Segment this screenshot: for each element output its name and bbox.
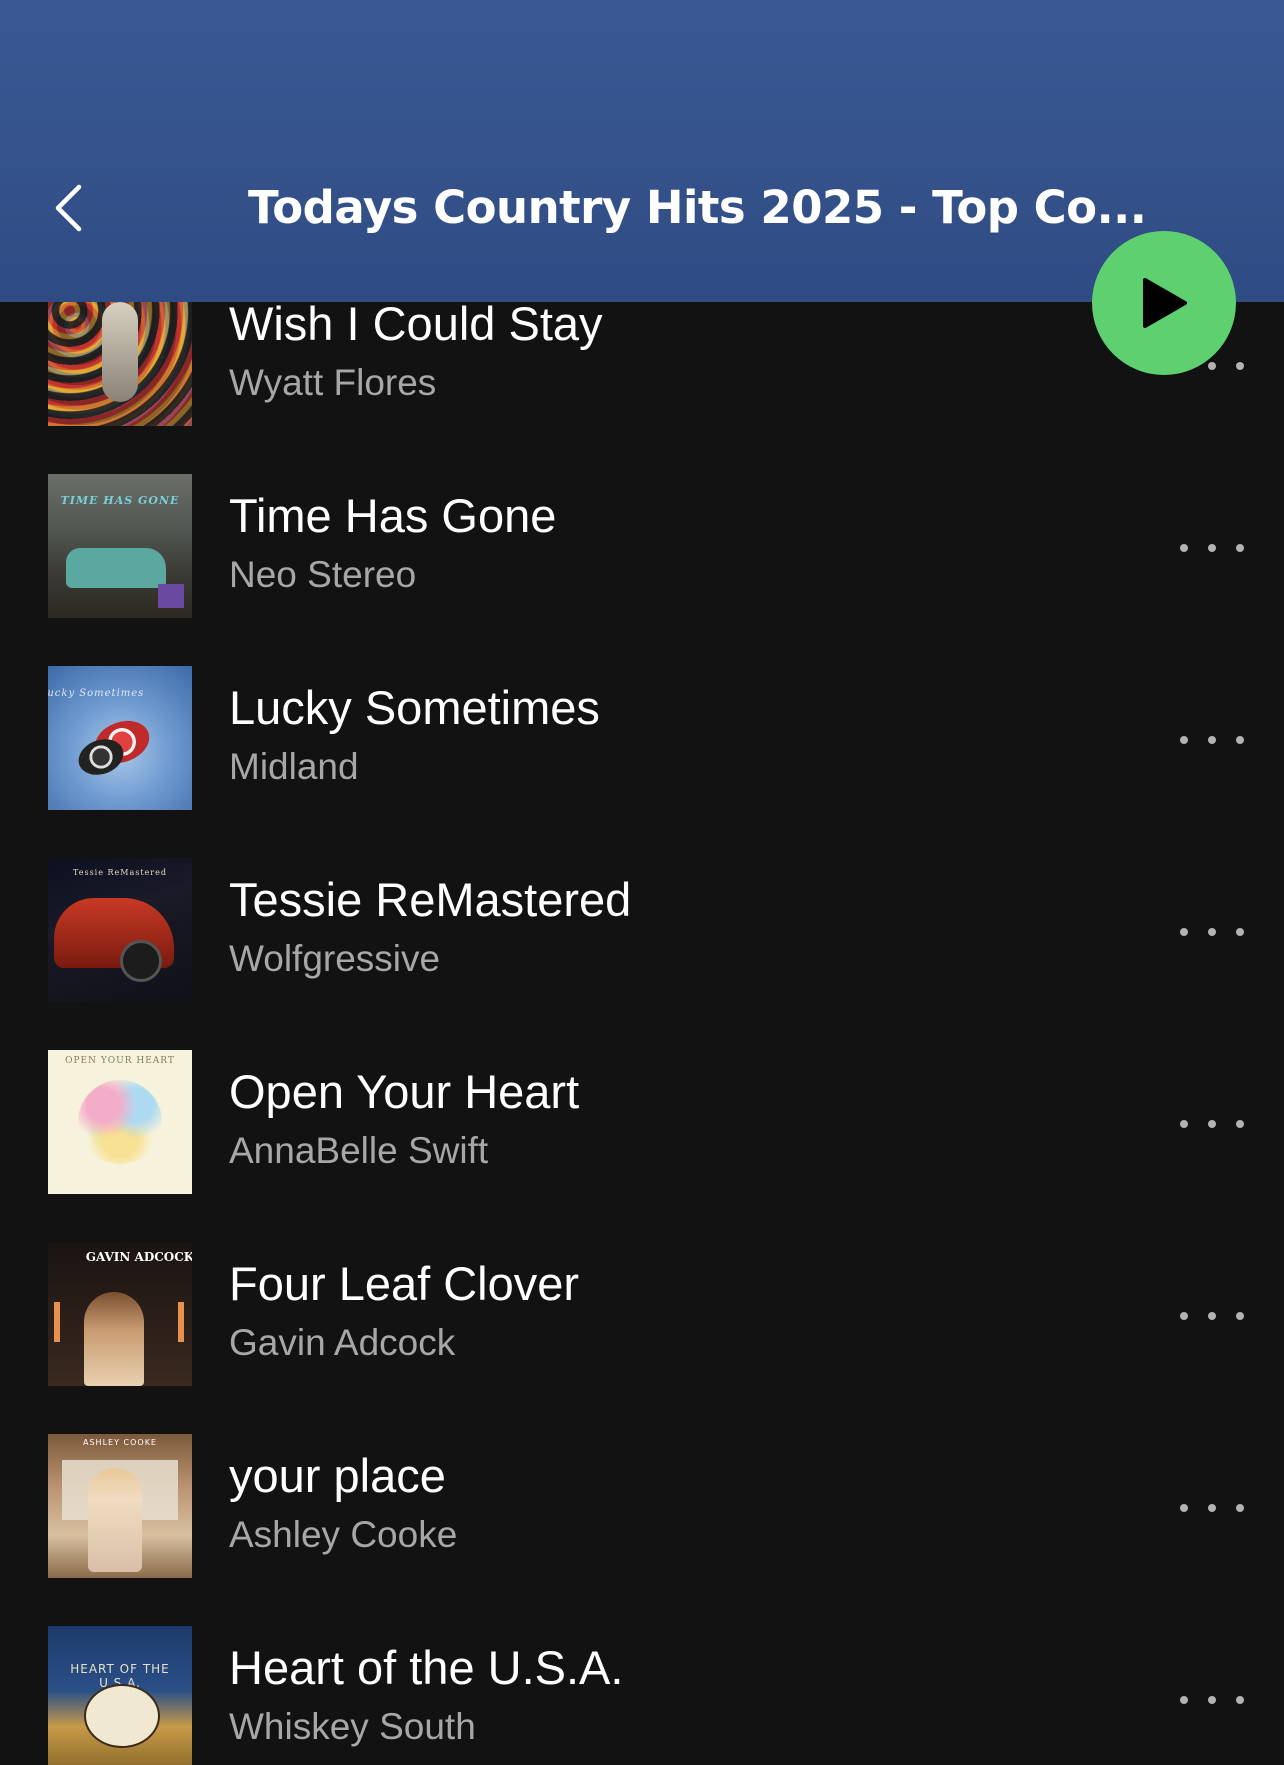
lamp-glow (54, 1302, 60, 1342)
album-art-text: Lucky Sometimes (48, 688, 145, 699)
page-title: Todays Country Hits 2025 - Top Co... (248, 181, 1147, 234)
album-art-text: TIME HAS GONE (60, 494, 180, 507)
wheel-shape (120, 940, 162, 982)
album-art-text: ASHLEY COOKE (83, 1438, 157, 1447)
album-art-text: GAVIN ADCOCK (85, 1250, 192, 1264)
track-artist: Whiskey South (229, 1706, 476, 1747)
track-artist: Wolfgressive (229, 938, 441, 979)
album-art-text: OPEN YOUR HEART (65, 1056, 175, 1066)
track-row[interactable]: ASHLEY COOKE your place Ashley Cooke (0, 1434, 1284, 1626)
album-art: TIME HAS GONE (48, 474, 192, 618)
more-options-icon[interactable] (1180, 724, 1244, 756)
whiskey-south-badge (84, 1684, 160, 1748)
track-title: Lucky Sometimes (229, 681, 600, 734)
track-title: Wish I Could Stay (229, 297, 603, 350)
watercolor-heart (78, 1080, 162, 1164)
track-row[interactable]: TIME HAS GONE Time Has Gone Neo Stereo (0, 474, 1284, 666)
label-badge (158, 584, 184, 608)
woman-photo (88, 1468, 142, 1572)
track-artist: AnnaBelle Swift (229, 1130, 489, 1171)
track-title: Four Leaf Clover (229, 1257, 580, 1310)
more-options-icon[interactable] (1180, 1684, 1244, 1716)
track-artist: Gavin Adcock (229, 1322, 456, 1363)
album-art: ASHLEY COOKE (48, 1434, 192, 1578)
track-row[interactable]: OPEN YOUR HEART Open Your Heart AnnaBell… (0, 1050, 1284, 1242)
track-row[interactable]: GAVIN ADCOCK Four Leaf Clover Gavin Adco… (0, 1242, 1284, 1434)
track-row[interactable]: Lucky Sometimes Lucky Sometimes Midland (0, 666, 1284, 858)
track-title: Open Your Heart (229, 1065, 580, 1118)
album-art: GAVIN ADCOCK (48, 1242, 192, 1386)
album-art: Tessie ReMastered (48, 858, 192, 1002)
album-art (48, 282, 192, 426)
track-row[interactable]: HEART OF THE U.S.A. Heart of the U.S.A. … (0, 1626, 1284, 1765)
car-shape (66, 548, 166, 588)
album-art-text: Tessie ReMastered (73, 868, 167, 877)
track-title: Time Has Gone (229, 489, 557, 542)
track-artist: Wyatt Flores (229, 362, 437, 403)
track-row[interactable]: Wish I Could Stay Wyatt Flores (0, 282, 1284, 474)
play-icon (1143, 278, 1187, 328)
track-artist: Neo Stereo (229, 554, 417, 595)
play-button[interactable] (1092, 231, 1236, 375)
skeleton-figure (102, 302, 138, 402)
track-artist: Midland (229, 746, 359, 787)
track-title: your place (229, 1449, 446, 1502)
track-title: Heart of the U.S.A. (229, 1641, 624, 1694)
couple-photo (84, 1292, 144, 1386)
chevron-left-icon[interactable] (46, 180, 90, 236)
lamp-glow (178, 1302, 184, 1342)
album-art: HEART OF THE U.S.A. (48, 1626, 192, 1765)
more-options-icon[interactable] (1180, 532, 1244, 564)
track-row[interactable]: Tessie ReMastered Tessie ReMastered Wolf… (0, 858, 1284, 1050)
more-options-icon[interactable] (1180, 1108, 1244, 1140)
track-title: Tessie ReMastered (229, 873, 632, 926)
more-options-icon[interactable] (1180, 1492, 1244, 1524)
more-options-icon[interactable] (1180, 916, 1244, 948)
album-art: OPEN YOUR HEART (48, 1050, 192, 1194)
playlist-header: Todays Country Hits 2025 - Top Co... (0, 0, 1284, 302)
album-art: Lucky Sometimes (48, 666, 192, 810)
more-options-icon[interactable] (1180, 1300, 1244, 1332)
track-artist: Ashley Cooke (229, 1514, 458, 1555)
